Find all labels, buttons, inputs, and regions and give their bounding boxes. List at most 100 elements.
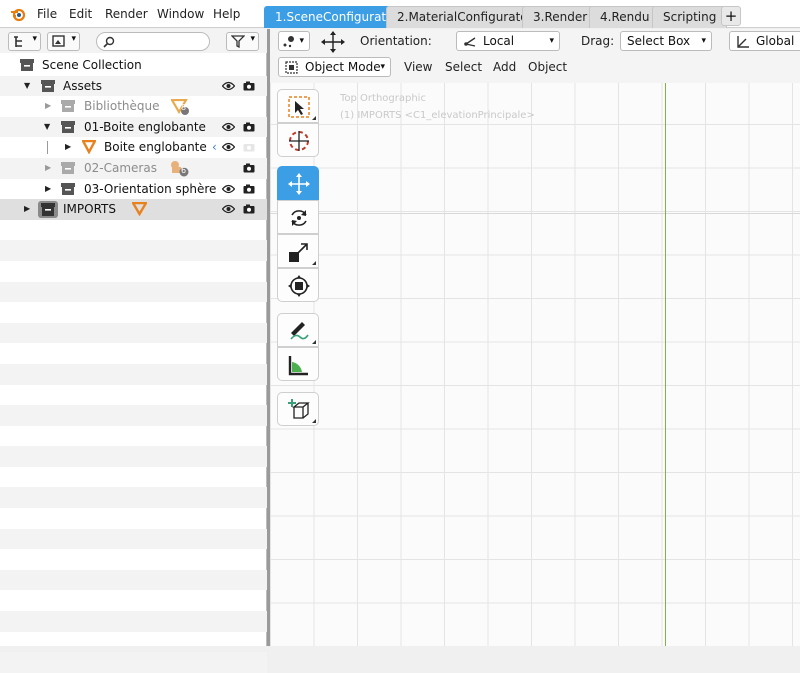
empty-row (0, 322, 267, 344)
expand-down-icon[interactable]: ▼ (44, 117, 50, 137)
pivot-point-icon (283, 36, 294, 48)
menu-edit[interactable]: Edit (69, 7, 92, 21)
move-icon (288, 173, 310, 195)
tab-render[interactable]: 3.Render (522, 6, 599, 28)
add-cube-icon (288, 399, 310, 419)
chevron-down-icon: ▾ (32, 34, 37, 44)
empty-row (0, 487, 267, 509)
expand-right-icon[interactable]: ▶ (45, 96, 51, 116)
tool-options-corner (312, 116, 316, 120)
camera-objects-icon (171, 160, 189, 177)
tree-row-imports[interactable]: ▶ IMPORTS (0, 199, 267, 220)
camera-icon[interactable] (243, 204, 255, 214)
empty-row (0, 467, 267, 488)
menu-window[interactable]: Window (157, 7, 204, 21)
tab-rendu[interactable]: 4.Rendu (589, 6, 661, 28)
menu-select[interactable]: Select (445, 60, 482, 74)
eye-icon[interactable] (222, 81, 235, 91)
move-tool[interactable] (277, 166, 319, 200)
tree-row-assets[interactable]: ▼ Assets (0, 75, 267, 97)
menu-view[interactable]: View (404, 60, 432, 74)
tree-row-boite-englobante-object[interactable]: ▶ Boite englobante ‹ (0, 137, 267, 158)
expand-right-icon[interactable]: ▶ (24, 199, 30, 219)
tree-label: Bibliothèque (84, 99, 160, 114)
tab-scripting[interactable]: Scripting (652, 6, 728, 28)
tool-options-corner (312, 419, 316, 423)
eye-icon[interactable] (222, 184, 235, 194)
camera-icon[interactable] (243, 122, 255, 132)
tree-row-scene-collection[interactable]: Scene Collection (0, 55, 267, 76)
add-workspace-button[interactable]: + (721, 6, 741, 26)
transform-pivot-dropdown[interactable]: ▾ (278, 31, 310, 51)
expand-down-icon[interactable]: ▼ (24, 76, 30, 96)
filter-type-dropdown[interactable]: ▾ (47, 32, 80, 51)
tab-materialconfigurator[interactable]: 2.MaterialConfigurator (386, 6, 544, 28)
expand-right-icon[interactable]: ▶ (45, 179, 51, 199)
tree-row-02-cameras[interactable]: ▶ 02-Cameras 6 (0, 157, 267, 179)
chevron-down-icon: ▾ (549, 36, 554, 46)
collection-box-icon (61, 182, 75, 195)
image-icon (52, 35, 65, 47)
measure-tool[interactable] (277, 347, 319, 381)
tool-options-corner (312, 261, 316, 265)
count-badge: 8 (181, 103, 187, 113)
tree-label: Assets (63, 78, 103, 93)
menu-object[interactable]: Object (528, 60, 567, 74)
empty-row (0, 569, 267, 591)
scale-tool[interactable] (277, 234, 319, 268)
tree-row-03-orientation-sphere[interactable]: ▶ 03-Orientation sphère (0, 179, 267, 200)
eye-icon[interactable] (222, 142, 235, 152)
menu-file[interactable]: File (37, 7, 57, 21)
top-menu-bar: File Edit Render Window Help 1.SceneConf… (0, 0, 800, 28)
transform-tool[interactable] (277, 268, 319, 302)
global-value: Global (756, 34, 795, 48)
menu-help[interactable]: Help (213, 7, 240, 21)
eye-icon[interactable] (222, 122, 235, 132)
transform-icon (288, 275, 310, 297)
display-mode-dropdown[interactable]: ▾ (8, 32, 41, 51)
mode-dropdown[interactable]: Object Mode ▾ (278, 57, 391, 77)
drag-label: Drag: (581, 34, 615, 48)
outliner-tree: Scene Collection ▼ Assets ▶ Bibliothèque… (0, 55, 267, 673)
empty-row (0, 446, 267, 467)
empty-row (0, 426, 267, 447)
camera-icon[interactable] (243, 184, 255, 194)
cursor-tool[interactable] (277, 123, 319, 157)
empty-row (0, 508, 267, 529)
mode-value: Object Mode (305, 60, 381, 74)
annotate-tool[interactable] (277, 313, 319, 347)
camera-icon[interactable] (243, 81, 255, 91)
3d-viewport[interactable]: ▾ Orientation: Local ▾ Drag: Select Box … (270, 29, 800, 646)
empty-row (0, 385, 267, 406)
viewport-header: ▾ Orientation: Local ▾ Drag: Select Box … (270, 29, 800, 83)
blender-logo-icon[interactable] (10, 6, 26, 22)
link-arrow-icon[interactable]: ‹ (212, 137, 217, 157)
eye-icon[interactable] (222, 204, 235, 214)
orientation-value: Local (483, 34, 515, 48)
empty-row (0, 405, 267, 426)
outliner-view-icon (14, 36, 22, 47)
tree-row-01-boite-englobante[interactable]: ▼ 01-Boite englobante (0, 116, 267, 138)
camera-icon[interactable] (243, 163, 255, 173)
tree-row-bibliotheque[interactable]: ▶ Bibliothèque 8 (0, 96, 267, 117)
rotate-tool[interactable] (277, 200, 319, 234)
transform-orientation-dropdown[interactable]: Global (729, 31, 800, 51)
collection-box-icon (38, 201, 58, 219)
empty-row (0, 652, 267, 673)
expand-right-icon[interactable]: ▶ (65, 137, 71, 157)
filter-dropdown[interactable]: ▾ (226, 32, 259, 51)
tree-label: 01-Boite englobante (84, 119, 206, 134)
select-box-tool[interactable] (277, 89, 319, 123)
camera-disabled-icon[interactable] (243, 142, 255, 152)
add-cube-tool[interactable] (277, 392, 319, 426)
menu-add[interactable]: Add (493, 60, 516, 74)
collection-box-icon (20, 59, 34, 71)
move-gizmo-icon[interactable] (321, 31, 345, 53)
object-info-overlay: (1) IMPORTS <C1_elevationPrincipale> (340, 110, 535, 121)
expand-right-icon[interactable]: ▶ (45, 158, 51, 178)
menu-render[interactable]: Render (105, 7, 148, 21)
outliner-search-input[interactable] (96, 32, 210, 51)
drag-dropdown[interactable]: Select Box ▾ (620, 31, 712, 51)
orientation-dropdown[interactable]: Local ▾ (456, 31, 560, 51)
empty-row (0, 549, 267, 570)
